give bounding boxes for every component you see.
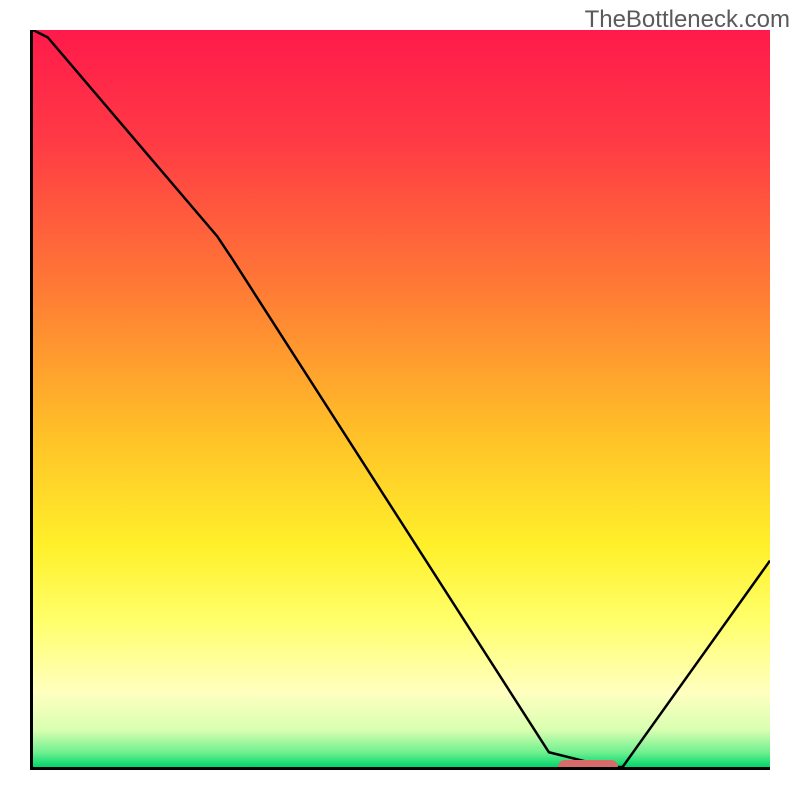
watermark-text: TheBottleneck.com xyxy=(585,6,790,34)
optimal-range-marker xyxy=(558,760,617,770)
chart-plot-area xyxy=(30,30,770,770)
data-curve xyxy=(33,30,770,767)
